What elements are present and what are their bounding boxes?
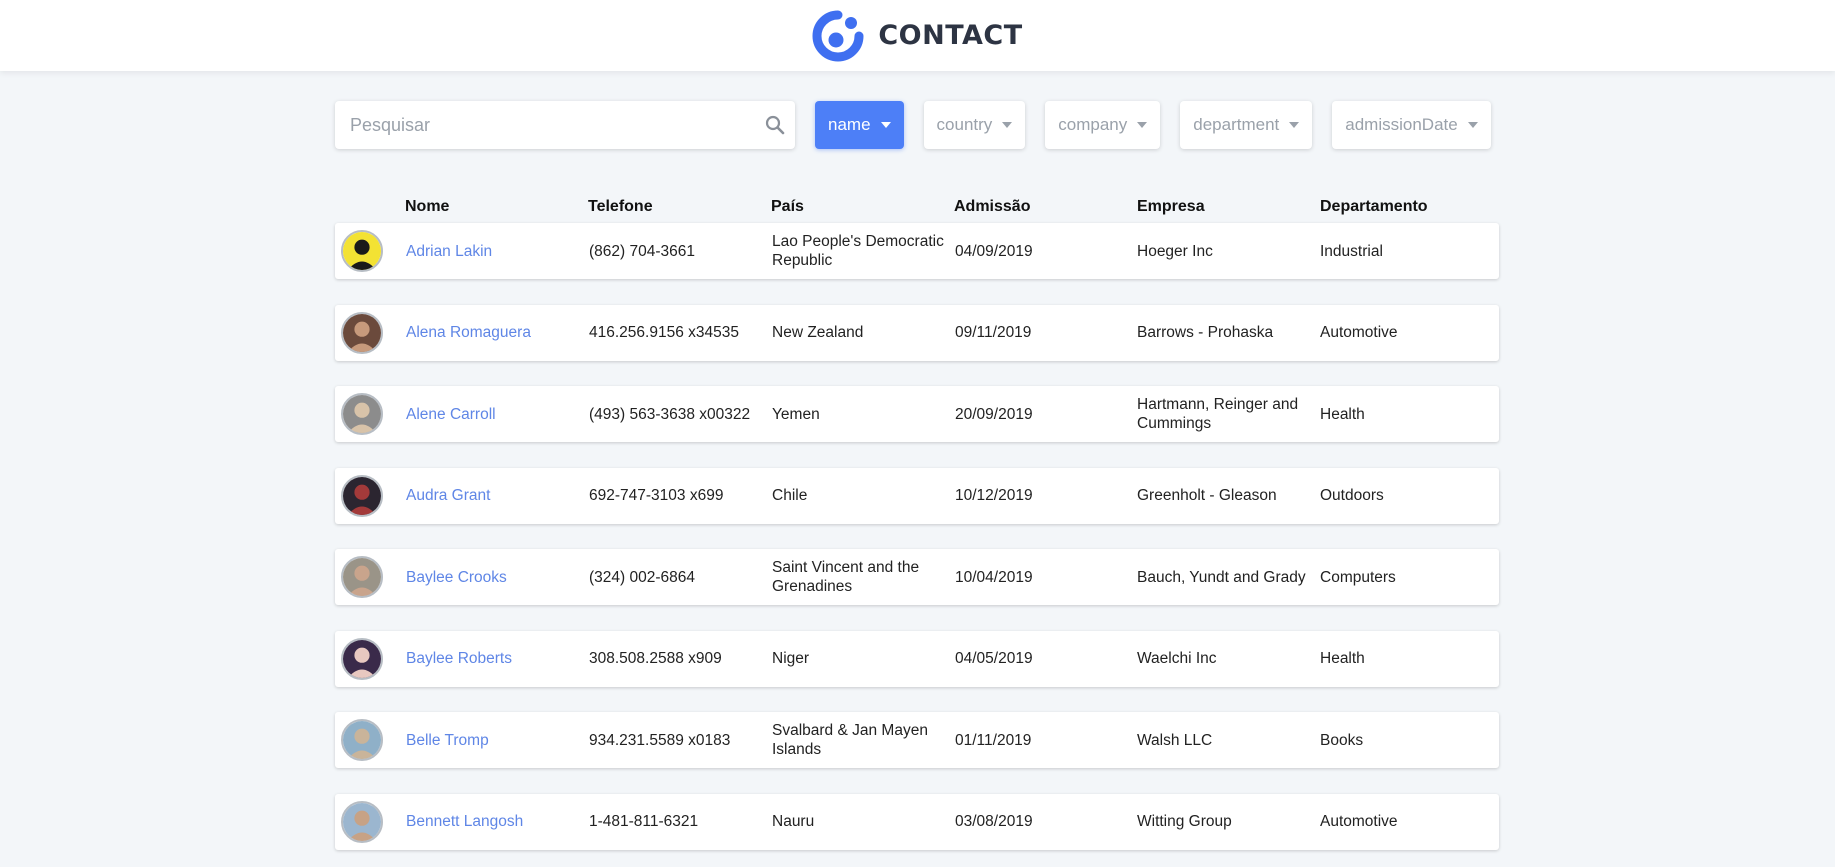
contact-company: Hoeger Inc	[1137, 242, 1213, 260]
header-company: Empresa	[1137, 198, 1205, 215]
sort-country-label: country	[936, 115, 993, 134]
contact-company: Bauch, Yundt and Grady	[1137, 568, 1306, 586]
contact-phone: 692-747-3103 x699	[589, 487, 724, 504]
avatar[interactable]	[341, 230, 383, 272]
sort-department-label: department	[1193, 115, 1280, 134]
contact-name-link[interactable]: Bennett Langosh	[406, 812, 523, 831]
contact-name-link[interactable]: Audra Grant	[406, 486, 490, 505]
sort-company-label: company	[1058, 115, 1128, 134]
caret-down-icon	[1137, 122, 1148, 128]
contact-logo-icon	[812, 10, 864, 61]
table-row[interactable]: Alene Carroll (493) 563-3638 x00322 Yemen 2…	[335, 386, 1499, 442]
caret-down-icon	[1289, 122, 1300, 128]
search-icon[interactable]	[765, 115, 785, 135]
contact-country: Niger	[772, 650, 810, 667]
table-row[interactable]: Alena Romaguera 416.256.9156 x34535 New Ze…	[335, 304, 1499, 361]
contact-phone: (862) 704-3661	[589, 242, 695, 260]
table-row[interactable]: Audra Grant 692-747-3103 x699 Chile 10/12/2…	[335, 467, 1499, 524]
contacts-table: Nome Telefone País Admissão Empresa Depa…	[335, 198, 1499, 850]
avatar[interactable]	[341, 719, 383, 761]
header-phone: Telefone	[588, 198, 653, 215]
sort-admission-date-button[interactable]: admissionDate	[1332, 101, 1491, 149]
avatar[interactable]	[341, 800, 383, 843]
sort-name-button[interactable]: name	[815, 101, 904, 149]
contact-company: Waelchi Inc	[1137, 650, 1217, 667]
top-bar: CONTACT	[0, 0, 1835, 71]
contact-country: New Zealand	[772, 324, 864, 341]
contact-company: Walsh LLC	[1137, 731, 1213, 749]
header-name: Nome	[405, 198, 450, 215]
contact-name-link[interactable]: Baylee Crooks	[406, 568, 507, 587]
contact-company: Witting Group	[1137, 813, 1232, 830]
contact-country: Yemen	[772, 405, 820, 423]
filter-bar: name country company department admissio…	[335, 101, 1491, 149]
avatar[interactable]	[341, 474, 383, 517]
caret-down-icon	[880, 122, 891, 128]
contact-company: Barrows - Prohaska	[1137, 324, 1274, 341]
contact-company: Greenholt - Gleason	[1137, 487, 1277, 504]
contact-admission-date: 04/05/2019	[955, 650, 1033, 667]
search-box	[335, 101, 795, 149]
header-department: Departamento	[1320, 198, 1428, 215]
contact-department: Health	[1320, 405, 1365, 423]
contact-department: Computers	[1320, 568, 1396, 586]
avatar[interactable]	[341, 393, 383, 435]
contact-department: Health	[1320, 650, 1365, 667]
contact-admission-date: 10/12/2019	[955, 487, 1033, 504]
contact-admission-date: 03/08/2019	[955, 813, 1033, 830]
contact-admission-date: 01/11/2019	[955, 731, 1032, 749]
contact-name-link[interactable]: Belle Tromp	[406, 731, 489, 750]
contact-department: Automotive	[1320, 813, 1398, 830]
contact-country: Nauru	[772, 813, 815, 830]
contact-name-link[interactable]: Alena Romaguera	[406, 323, 531, 342]
caret-down-icon	[1467, 122, 1478, 128]
contact-department: Automotive	[1320, 324, 1398, 341]
search-input[interactable]	[348, 113, 765, 137]
contact-admission-date: 04/09/2019	[955, 242, 1033, 260]
contact-phone: 934.231.5589 x0183	[589, 731, 731, 749]
avatar[interactable]	[341, 556, 383, 598]
table-row[interactable]: Belle Tromp 934.231.5589 x0183 Svalbard & …	[335, 712, 1499, 768]
contact-phone: 416.256.9156 x34535	[589, 324, 739, 341]
contact-phone: 308.508.2588 x909	[589, 650, 722, 667]
contact-country: Saint Vincent and the Grenadines	[772, 559, 920, 595]
app-title: CONTACT	[878, 20, 1023, 51]
table-row[interactable]: Bennett Langosh 1-481-811-6321 Nauru 03/08/…	[335, 793, 1499, 850]
caret-down-icon	[1002, 122, 1013, 128]
table-row[interactable]: Baylee Crooks (324) 002-6864 Saint Vincent…	[335, 549, 1499, 605]
contact-department: Outdoors	[1320, 487, 1384, 504]
contact-phone: (493) 563-3638 x00322	[589, 405, 751, 423]
header-admission: Admissão	[954, 198, 1031, 215]
contact-company: Hartmann, Reinger and Cummings	[1137, 396, 1299, 432]
contact-country: Lao People's Democratic Republic	[772, 233, 944, 269]
contact-department: Books	[1320, 731, 1364, 749]
table-row[interactable]: Baylee Roberts 308.508.2588 x909 Niger 04/0…	[335, 630, 1499, 687]
sort-company-button[interactable]: company	[1045, 101, 1161, 149]
avatar[interactable]	[341, 637, 383, 680]
sort-department-button[interactable]: department	[1180, 101, 1313, 149]
contact-country: Svalbard & Jan Mayen Islands	[772, 722, 928, 758]
header-country: País	[771, 198, 804, 215]
avatar[interactable]	[341, 311, 383, 354]
contact-phone: (324) 002-6864	[589, 568, 695, 586]
contact-name-link[interactable]: Adrian Lakin	[406, 242, 492, 261]
contact-admission-date: 10/04/2019	[955, 568, 1033, 586]
table-header: Nome Telefone País Admissão Empresa Depa…	[335, 198, 1499, 224]
contact-country: Chile	[772, 487, 808, 504]
sort-admission-date-label: admissionDate	[1345, 115, 1458, 134]
contact-phone: 1-481-811-6321	[589, 813, 699, 830]
contact-admission-date: 09/11/2019	[955, 324, 1032, 341]
contact-admission-date: 20/09/2019	[955, 405, 1033, 423]
contact-name-link[interactable]: Alene Carroll	[406, 405, 496, 424]
app-logo[interactable]: CONTACT	[812, 10, 1022, 62]
contact-department: Industrial	[1320, 242, 1383, 260]
sort-country-button[interactable]: country	[923, 101, 1026, 149]
contact-name-link[interactable]: Baylee Roberts	[406, 649, 512, 668]
sort-name-label: name	[828, 115, 871, 134]
table-row[interactable]: Adrian Lakin (862) 704-3661 Lao People's D…	[335, 223, 1499, 279]
